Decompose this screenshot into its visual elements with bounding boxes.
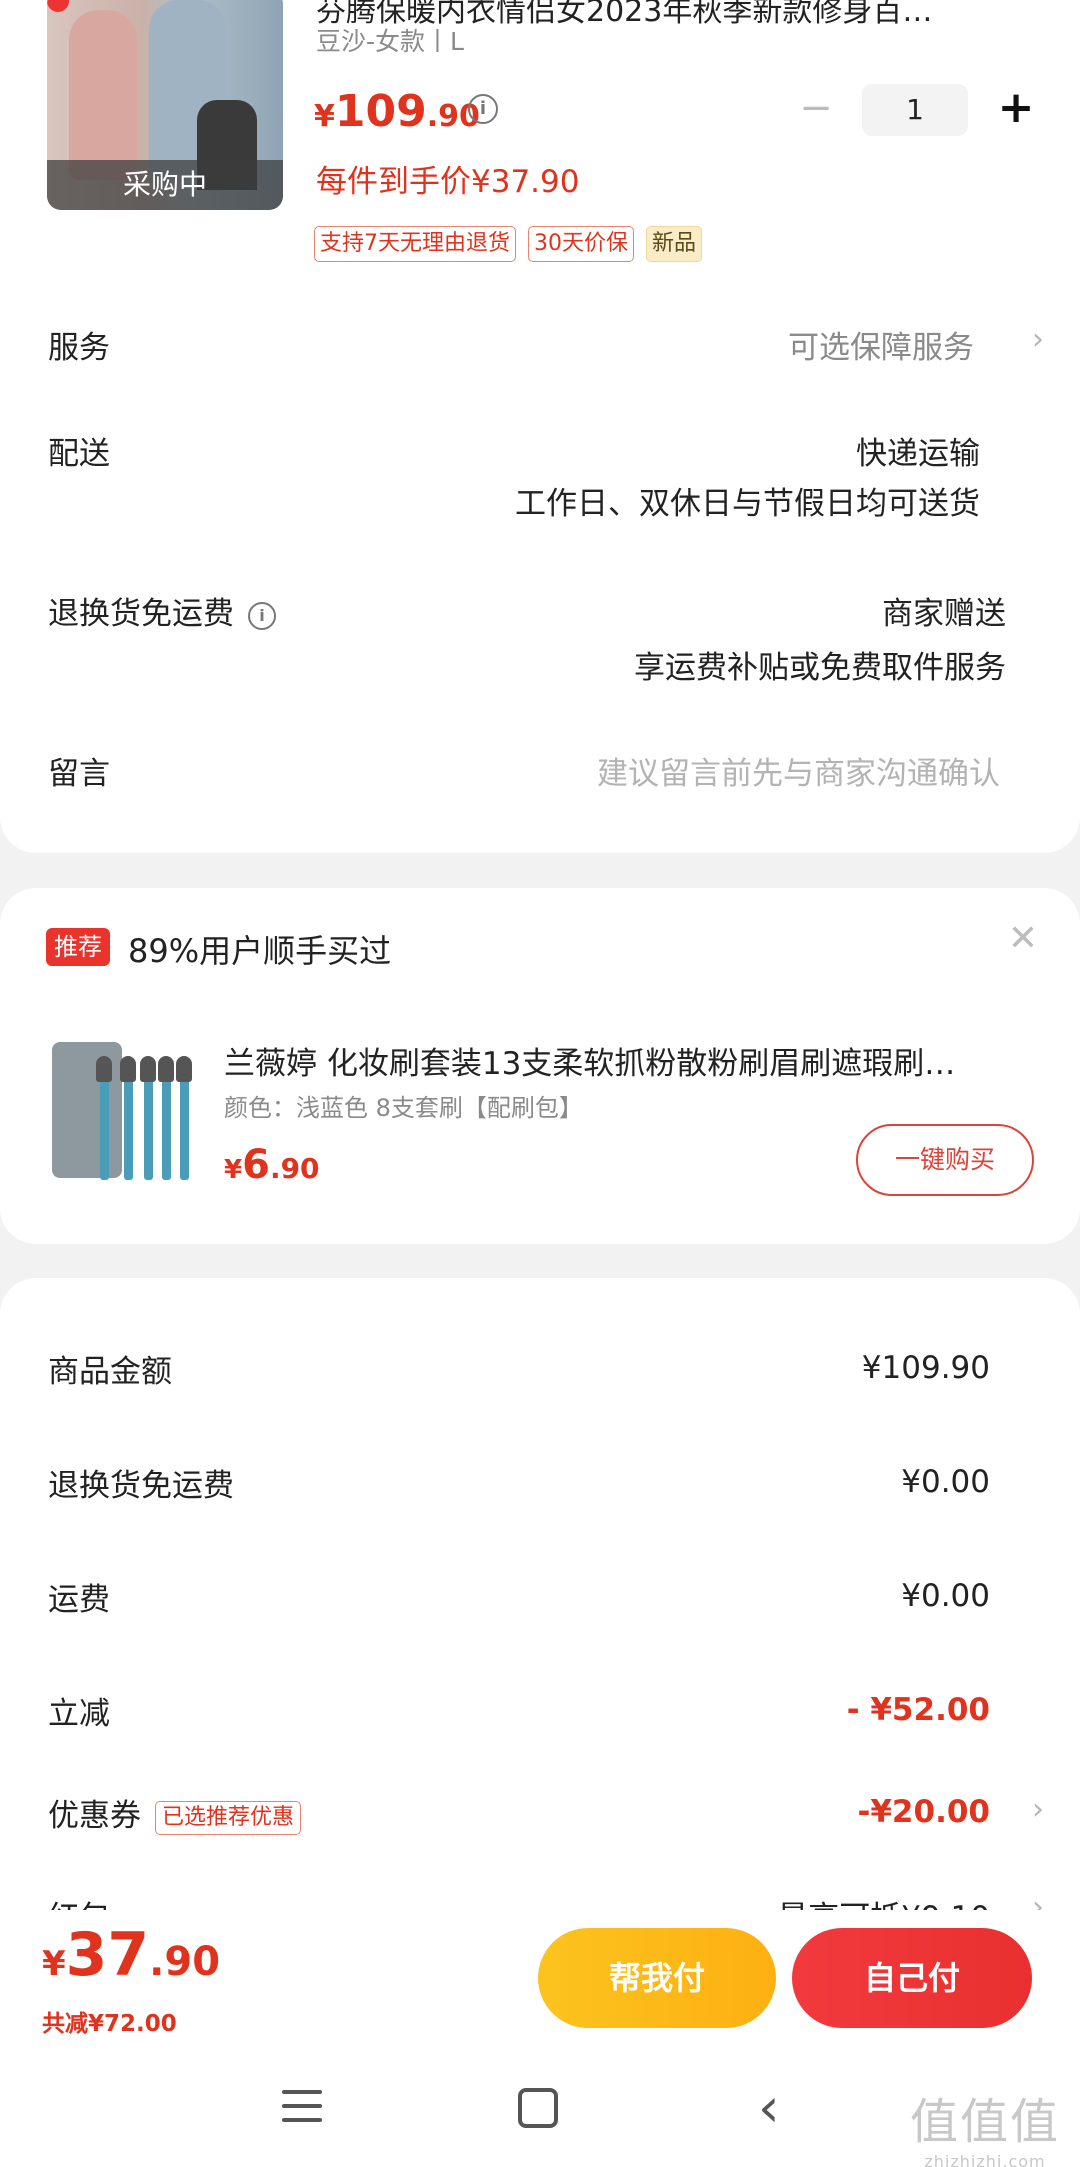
return-fee-label: 退换货免运费 [48, 1468, 234, 1504]
delivery-label: 配送 [48, 436, 110, 472]
goods-amount-label: 商品金额 [48, 1354, 172, 1390]
recommend-text: 89%用户顺手买过 [128, 932, 392, 970]
chevron-right-icon[interactable]: › [1032, 322, 1044, 357]
coupon-tag: 已选推荐优惠 [155, 1800, 302, 1835]
recommend-badge: 推荐 [46, 928, 110, 966]
quantity-stepper: − 1 + [792, 84, 1040, 136]
help-pay-button[interactable]: 帮我付 [538, 1928, 776, 2028]
chevron-right-icon[interactable]: › [1032, 1792, 1044, 1827]
quantity-input[interactable]: 1 [862, 84, 968, 136]
return-fee-value: ¥0.00 [901, 1464, 990, 1500]
message-label: 留言 [48, 756, 110, 792]
back-icon[interactable]: ‹ [758, 2076, 780, 2139]
tag-new: 新品 [646, 226, 703, 262]
product-price: ¥109.90 [314, 86, 480, 137]
coupon-label: 优惠券 已选推荐优惠 [48, 1790, 302, 1835]
watermark: 值值值 zhizhizhi.com [909, 2094, 1060, 2167]
one-click-buy-button[interactable]: 一键购买 [856, 1124, 1034, 1196]
recommend-card: 推荐 89%用户顺手买过 ✕ 兰薇婷 化妆刷套装13支柔软抓粉散粉刷眉刷遮瑕刷…… [0, 888, 1080, 1244]
quantity-minus-button[interactable]: − [792, 86, 840, 134]
checkout-bar: ¥37.90 共减¥72.00 帮我付 自己付 [0, 1910, 1080, 2050]
return-value: 商家赠送 [882, 596, 1006, 632]
total-saved: 共减¥72.00 [42, 2011, 177, 2037]
message-input[interactable]: 建议留言前先与商家沟通确认 [597, 748, 1000, 793]
per-item-price: 每件到手价¥37.90 [316, 164, 580, 200]
info-icon[interactable]: i [248, 601, 276, 630]
coupon-value[interactable]: -¥20.00 [858, 1794, 991, 1830]
shipping-value: ¥0.00 [901, 1578, 990, 1614]
quantity-plus-button[interactable]: + [992, 86, 1040, 134]
service-label: 服务 [48, 330, 110, 366]
shipping-label: 运费 [48, 1582, 110, 1618]
brand-logo-icon [47, 0, 69, 12]
recommend-title[interactable]: 兰薇婷 化妆刷套装13支柔软抓粉散粉刷眉刷遮瑕刷… [224, 1038, 1024, 1083]
tag-price-protect: 30天价保 [528, 226, 634, 262]
delivery-value[interactable]: 快递运输 [856, 428, 980, 473]
purchasing-badge: 采购中 [47, 160, 283, 210]
delivery-sub: 工作日、双休日与节假日均可送货 [515, 486, 980, 522]
price-info-icon[interactable]: i [468, 94, 498, 124]
self-pay-button[interactable]: 自己付 [792, 1928, 1032, 2028]
product-image[interactable]: 采购中 [47, 0, 283, 210]
product-spec[interactable]: 豆沙-女款丨L [316, 22, 464, 58]
recent-apps-icon[interactable] [282, 2090, 322, 2132]
service-value[interactable]: 可选保障服务 [788, 322, 974, 367]
price-summary-card: 商品金额 ¥109.90 退换货免运费 ¥0.00 运费 ¥0.00 立减 - … [0, 1278, 1080, 1978]
close-icon[interactable]: ✕ [1008, 918, 1038, 959]
discount-value: - ¥52.00 [846, 1692, 990, 1728]
order-card: 采购中 芬腾保暖内衣情侣女2023年秋季新款修身百… 豆沙-女款丨L ¥109.… [0, 0, 1080, 853]
product-tags: 支持7天无理由退货 30天价保 新品 [314, 226, 703, 262]
recommend-spec: 颜色：浅蓝色 8支套刷【配刷包】 [224, 1094, 583, 1122]
tag-return: 支持7天无理由退货 [314, 226, 516, 262]
return-label: 退换货免运费 i [48, 588, 276, 633]
discount-label: 立减 [48, 1696, 110, 1732]
total-price: ¥37.90 [42, 1920, 221, 1990]
home-icon[interactable] [518, 2088, 558, 2128]
recommend-product-image[interactable] [48, 1034, 204, 1180]
return-sub: 享运费补贴或免费取件服务 [634, 650, 1006, 686]
goods-amount-value: ¥109.90 [861, 1350, 990, 1386]
recommend-price: ¥6.90 [224, 1142, 320, 1188]
